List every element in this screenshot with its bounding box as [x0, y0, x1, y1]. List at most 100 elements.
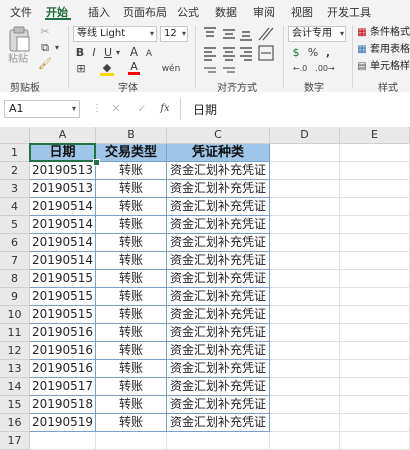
cell-a6[interactable]: 20190514 [30, 234, 96, 252]
grow-font-button[interactable]: A [128, 45, 140, 59]
row-header-12[interactable]: 12 [0, 342, 30, 360]
cell-d6[interactable] [270, 234, 340, 252]
cell-e13[interactable] [340, 360, 410, 378]
cell-e16[interactable] [340, 414, 410, 432]
cell-b14[interactable]: 转账 [96, 378, 167, 396]
underline-button[interactable]: U [102, 46, 114, 60]
cell-a17[interactable] [30, 432, 96, 450]
cell-b7[interactable]: 转账 [96, 252, 167, 270]
row-header-13[interactable]: 13 [0, 360, 30, 378]
cell-a11[interactable]: 20190516 [30, 324, 96, 342]
cell-c15[interactable]: 资金汇划补充凭证 [167, 396, 270, 414]
cell-a10[interactable]: 20190515 [30, 306, 96, 324]
cell-c7[interactable]: 资金汇划补充凭证 [167, 252, 270, 270]
cell-a2[interactable]: 20190513 [30, 162, 96, 180]
accounting-format-button[interactable]: $ [289, 46, 303, 60]
row-header-9[interactable]: 9 [0, 288, 30, 306]
conditional-format-icon[interactable]: ▦ [357, 26, 367, 40]
column-header-a[interactable]: A [30, 127, 96, 144]
confirm-entry-button[interactable]: ✓ [136, 102, 148, 116]
row-header-4[interactable]: 4 [0, 198, 30, 216]
cell-b3[interactable]: 转账 [96, 180, 167, 198]
cell-b12[interactable]: 转账 [96, 342, 167, 360]
cell-c5[interactable]: 资金汇划补充凭证 [167, 216, 270, 234]
cell-c14[interactable]: 资金汇划补充凭证 [167, 378, 270, 396]
cell-e7[interactable] [340, 252, 410, 270]
row-header-1[interactable]: 1 [0, 144, 30, 162]
cell-styles-icon[interactable]: ▤ [357, 60, 367, 74]
cell-d8[interactable] [270, 270, 340, 288]
column-header-d[interactable]: D [270, 127, 340, 144]
cell-e11[interactable] [340, 324, 410, 342]
cell-b17[interactable] [96, 432, 167, 450]
cell-e15[interactable] [340, 396, 410, 414]
cell-a4[interactable]: 20190514 [30, 198, 96, 216]
copy-dropdown-icon[interactable]: ▾ [53, 41, 61, 55]
cell-e4[interactable] [340, 198, 410, 216]
cell-d16[interactable] [270, 414, 340, 432]
phonetic-guide-button[interactable]: wén [160, 62, 182, 76]
cell-a12[interactable]: 20190516 [30, 342, 96, 360]
cell-e14[interactable] [340, 378, 410, 396]
column-header-e[interactable]: E [340, 127, 410, 144]
comma-button[interactable]: , [323, 46, 333, 60]
cell-e2[interactable] [340, 162, 410, 180]
font-name-dropdown-icon[interactable]: ▾ [148, 27, 156, 41]
cell-a3[interactable]: 20190513 [30, 180, 96, 198]
cell-c8[interactable]: 资金汇划补充凭证 [167, 270, 270, 288]
cell-c3[interactable]: 资金汇划补充凭证 [167, 180, 270, 198]
cell-c16[interactable]: 资金汇划补充凭证 [167, 414, 270, 432]
row-header-11[interactable]: 11 [0, 324, 30, 342]
tab-file[interactable]: 文件 [10, 4, 32, 20]
cell-d14[interactable] [270, 378, 340, 396]
row-header-3[interactable]: 3 [0, 180, 30, 198]
copy-icon[interactable]: ⧉ [38, 41, 52, 55]
row-header-15[interactable]: 15 [0, 396, 30, 414]
cell-d3[interactable] [270, 180, 340, 198]
cell-c12[interactable]: 资金汇划补充凭证 [167, 342, 270, 360]
cell-b1[interactable]: 交易类型 [96, 144, 167, 162]
bold-button[interactable]: B [74, 46, 86, 60]
cell-d11[interactable] [270, 324, 340, 342]
cut-icon[interactable]: ✂ [38, 25, 52, 39]
row-header-7[interactable]: 7 [0, 252, 30, 270]
cell-d1[interactable] [270, 144, 340, 162]
tab-data[interactable]: 数据 [215, 4, 237, 20]
paste-button[interactable]: 粘贴 [6, 26, 32, 68]
italic-button[interactable]: I [88, 46, 100, 60]
border-icon[interactable]: ⊞ [75, 62, 87, 76]
cell-b13[interactable]: 转账 [96, 360, 167, 378]
cell-d17[interactable] [270, 432, 340, 450]
row-header-16[interactable]: 16 [0, 414, 30, 432]
cancel-entry-button[interactable]: ✕ [110, 102, 122, 116]
row-header-5[interactable]: 5 [0, 216, 30, 234]
cell-b15[interactable]: 转账 [96, 396, 167, 414]
percent-button[interactable]: % [306, 46, 320, 60]
tab-review[interactable]: 审阅 [253, 4, 275, 20]
cell-e12[interactable] [340, 342, 410, 360]
row-header-17[interactable]: 17 [0, 432, 30, 450]
font-color-button[interactable]: A [128, 61, 140, 75]
cell-c10[interactable]: 资金汇划补充凭证 [167, 306, 270, 324]
increase-decimal-icon[interactable]: ←.0 [289, 62, 311, 76]
alignment-buttons[interactable] [203, 26, 279, 76]
cell-e10[interactable] [340, 306, 410, 324]
select-all-corner[interactable] [0, 127, 30, 144]
number-format-dropdown-icon[interactable]: ▾ [338, 27, 346, 41]
fill-handle[interactable] [93, 159, 100, 166]
font-name-select[interactable]: 等线 Light [73, 26, 157, 42]
cell-d10[interactable] [270, 306, 340, 324]
fill-color-icon[interactable]: ◆ [100, 62, 114, 76]
cell-c6[interactable]: 资金汇划补充凭证 [167, 234, 270, 252]
insert-function-button[interactable]: fx [158, 102, 172, 116]
decrease-decimal-icon[interactable]: .00→ [314, 62, 336, 76]
cell-a9[interactable]: 20190515 [30, 288, 96, 306]
cell-e9[interactable] [340, 288, 410, 306]
cell-a5[interactable]: 20190514 [30, 216, 96, 234]
cell-d13[interactable] [270, 360, 340, 378]
cell-b8[interactable]: 转账 [96, 270, 167, 288]
cell-d2[interactable] [270, 162, 340, 180]
cell-c13[interactable]: 资金汇划补充凭证 [167, 360, 270, 378]
cell-b6[interactable]: 转账 [96, 234, 167, 252]
cell-b10[interactable]: 转账 [96, 306, 167, 324]
